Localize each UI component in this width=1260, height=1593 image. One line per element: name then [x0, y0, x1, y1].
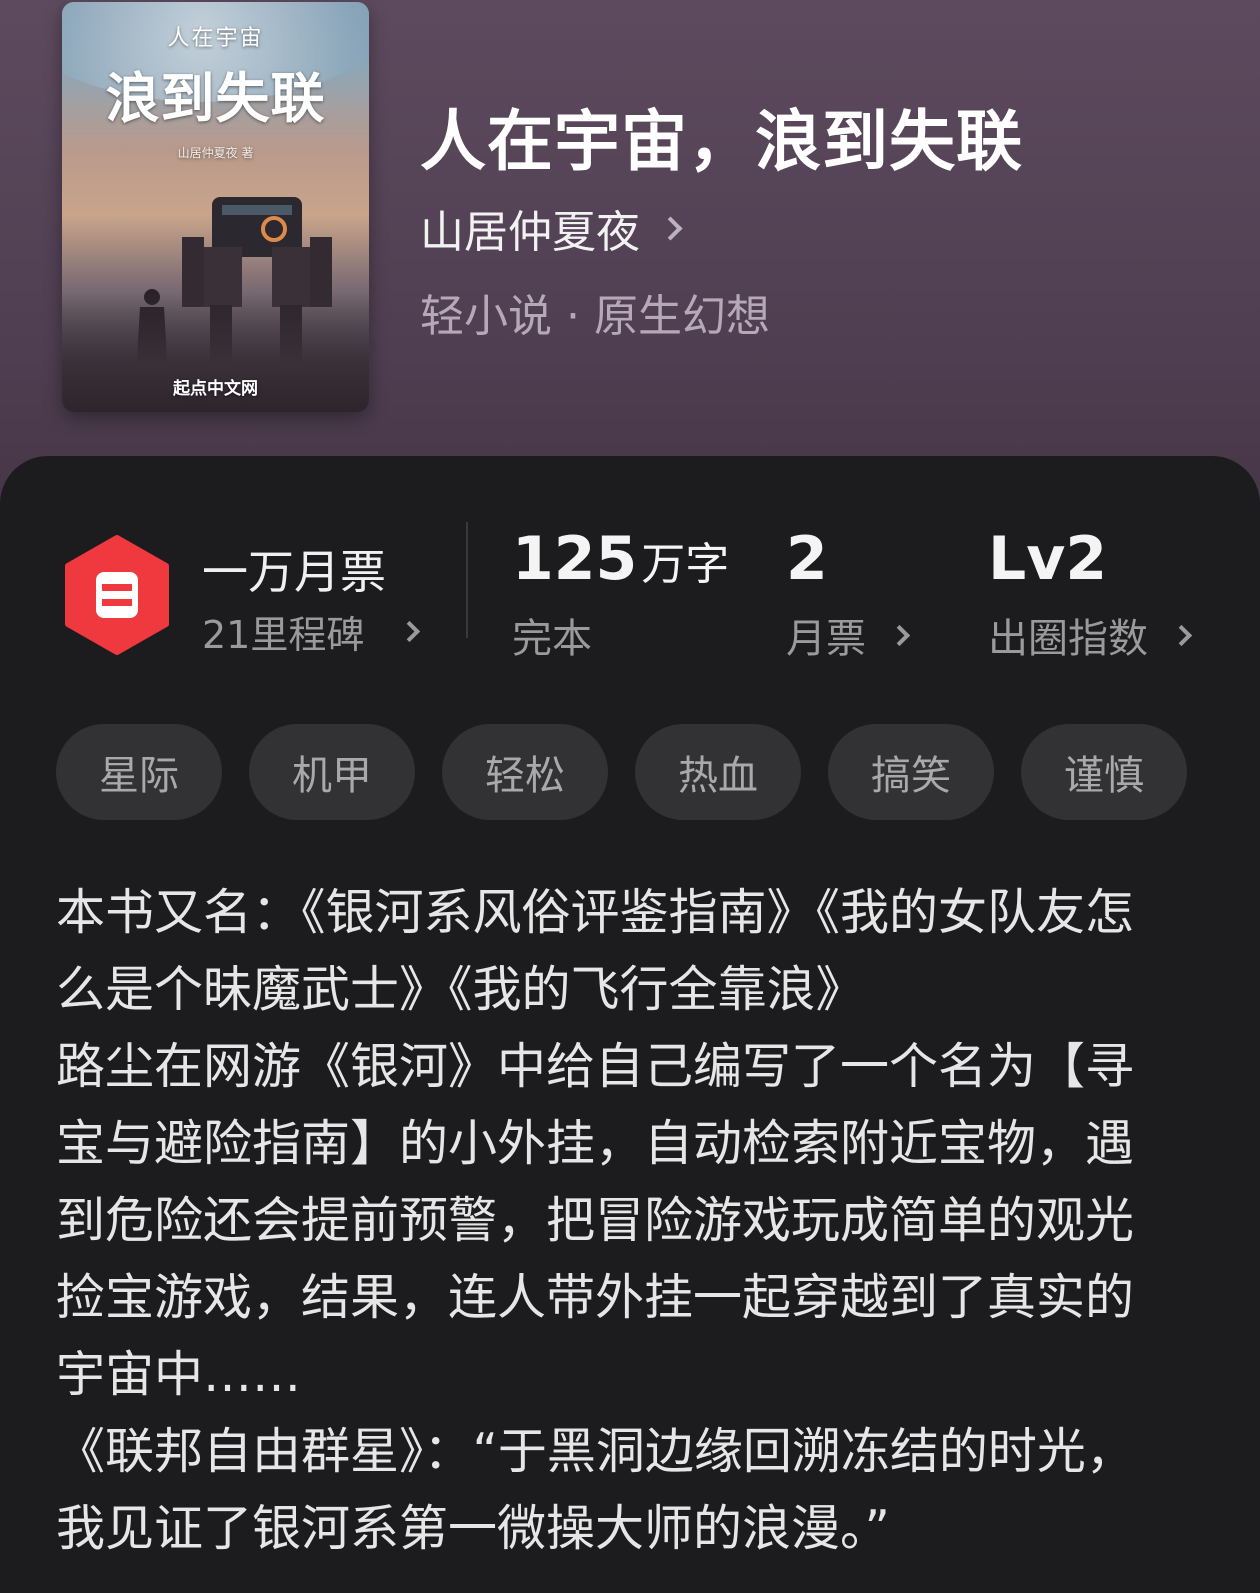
influence-index-link[interactable]: 出圈指数 [988, 606, 1193, 664]
tag-chip[interactable]: 谨慎 [1021, 724, 1187, 820]
book-title: 人在宇宙，浪到失联 [420, 102, 1023, 180]
chevron-right-icon [399, 620, 421, 643]
description-paragraph: 《联邦自由群星》：“于黑洞边缘回溯冻结的时光，我见证了银河系第一微操大师的浪漫。… [56, 1423, 1135, 1557]
book-cover[interactable]: 人在宇宙 浪到失联 山居仲夏夜 著 起点中文网 [62, 2, 369, 412]
monthly-ticket-link[interactable]: 月票 [786, 606, 911, 664]
tag-chip[interactable]: 热血 [635, 724, 801, 820]
cover-top-text: 人在宇宙 [167, 26, 264, 51]
tag-chip[interactable]: 机甲 [249, 724, 415, 820]
tag-chip[interactable]: 星际 [56, 724, 222, 820]
description-paragraph: 本书又名：《银河系风俗评鉴指南》《我的女队友怎么是个昧魔武士》《我的飞行全靠浪》 [56, 884, 1135, 1018]
description-paragraph: 路尘在网游《银河》中给自己编写了一个名为【寻宝与避险指南】的小外挂，自动检索附近… [56, 1038, 1135, 1403]
chevron-right-icon [658, 215, 683, 241]
chevron-right-icon [1170, 624, 1193, 646]
milestone-link[interactable]: 21里程碑 [202, 604, 421, 659]
status-label: 完本 [512, 616, 592, 662]
book-info-panel: 一万月票 21里程碑 125万字 完本 2 月票 Lv2 出圈指数 星际 机甲 [0, 456, 1260, 1593]
stats-row: 一万月票 21里程碑 125万字 完本 2 月票 Lv2 出圈指数 [0, 456, 1260, 662]
influence-index-value: Lv2 [988, 524, 1108, 594]
monthly-ticket-value: 2 [786, 524, 828, 594]
author-name: 山居仲夏夜 [420, 207, 640, 258]
cover-author-text: 山居仲夏夜 著 [177, 146, 254, 160]
cover-main-text: 浪到失联 [105, 66, 326, 130]
monthly-ticket-badge-icon[interactable] [62, 534, 172, 656]
word-count-value: 125万字 [512, 524, 730, 594]
author-link[interactable]: 山居仲夏夜 [420, 196, 683, 260]
cover-publisher-text: 起点中文网 [173, 379, 258, 399]
book-category: 轻小说 · 原生幻想 [420, 291, 770, 342]
stats-divider [466, 522, 468, 638]
chevron-right-icon [888, 624, 911, 646]
book-description[interactable]: 本书又名：《银河系风俗评鉴指南》《我的女队友怎么是个昧魔武士》《我的飞行全靠浪》… [56, 874, 1156, 1567]
tag-chip[interactable]: 轻松 [442, 724, 608, 820]
milestone-title: 一万月票 [202, 545, 386, 599]
milestone-subtitle: 21里程碑 [202, 613, 365, 657]
tag-chip[interactable]: 搞笑 [828, 724, 994, 820]
